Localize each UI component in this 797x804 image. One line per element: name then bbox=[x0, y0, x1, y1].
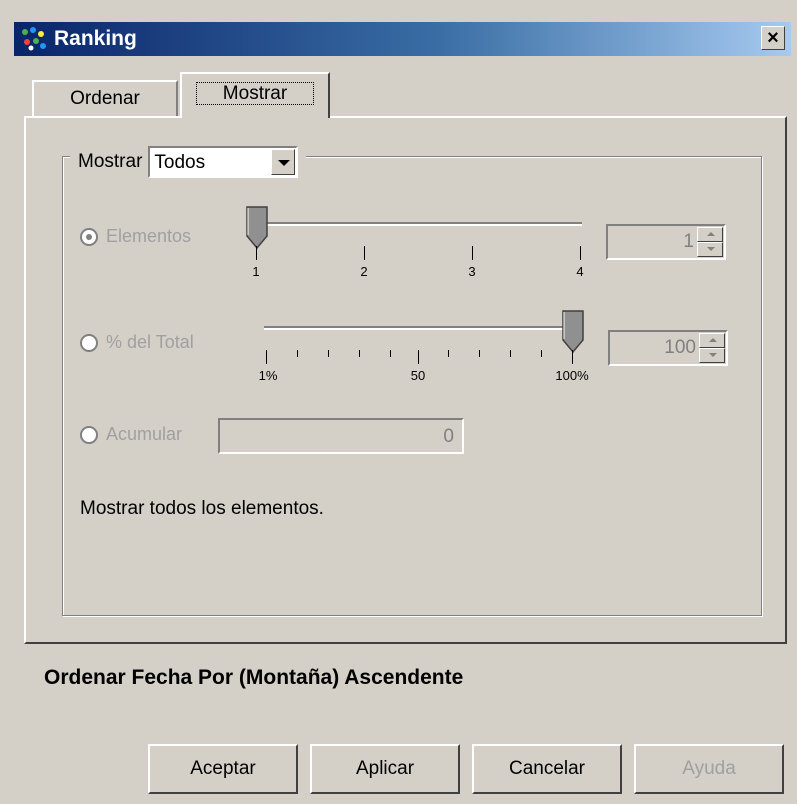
slider-tick bbox=[328, 350, 329, 357]
window-title: Ranking bbox=[54, 27, 137, 50]
tab-ordenar[interactable]: Ordenar bbox=[32, 80, 178, 116]
slider-tick-label: 1 bbox=[252, 264, 260, 279]
porcentaje-radio[interactable] bbox=[80, 333, 98, 352]
close-button[interactable]: × bbox=[761, 26, 785, 50]
elementos-slider-track bbox=[256, 222, 582, 226]
acumular-radio[interactable] bbox=[80, 425, 98, 444]
slider-tick-label: 2 bbox=[360, 264, 368, 279]
cancel-button[interactable]: Cancelar bbox=[472, 744, 622, 794]
spin-down-button[interactable] bbox=[697, 242, 723, 257]
combobox-value: Todos bbox=[154, 152, 206, 173]
help-button[interactable]: Ayuda bbox=[634, 744, 784, 794]
elementos-slider-thumb[interactable] bbox=[246, 206, 268, 250]
elementos-spinbox[interactable]: 1 bbox=[606, 224, 726, 260]
acumular-input[interactable]: 0 bbox=[218, 418, 464, 454]
slider-tick bbox=[256, 246, 257, 260]
sort-summary: Ordenar Fecha Por (Montaña) Ascendente bbox=[44, 666, 464, 689]
spin-value: 1 bbox=[683, 231, 694, 252]
slider-tick bbox=[541, 350, 542, 357]
spin-up-button[interactable] bbox=[699, 333, 725, 348]
porcentaje-spinbox[interactable]: 100 bbox=[608, 330, 728, 366]
porcentaje-label: % del Total bbox=[106, 332, 194, 352]
porcentaje-slider-track bbox=[264, 326, 574, 330]
slider-tick bbox=[390, 350, 391, 357]
elementos-option[interactable]: Elementos bbox=[80, 226, 191, 247]
app-icon bbox=[22, 27, 46, 51]
accept-button-label: Aceptar bbox=[190, 758, 256, 779]
tab-mostrar[interactable]: Mostrar bbox=[180, 72, 330, 118]
mostrar-combobox[interactable]: Todos bbox=[148, 146, 299, 178]
spin-down-button[interactable] bbox=[699, 348, 725, 363]
slider-tick bbox=[572, 350, 573, 364]
slider-tick bbox=[510, 350, 511, 357]
ranking-dialog: Ranking × Ordenar Mostrar Mostrar Todos … bbox=[0, 0, 797, 804]
apply-button-label: Aplicar bbox=[355, 758, 415, 779]
mostrar-group-header: Mostrar Todos bbox=[70, 143, 307, 181]
slider-tick bbox=[359, 350, 360, 357]
acumular-label: Acumular bbox=[106, 424, 183, 444]
slider-tick bbox=[448, 350, 449, 357]
slider-tick bbox=[297, 350, 298, 357]
spin-value: 100 bbox=[664, 337, 696, 358]
slider-tick bbox=[266, 350, 267, 364]
cancel-button-label: Cancelar bbox=[508, 758, 586, 779]
slider-tick bbox=[580, 246, 581, 260]
apply-button[interactable]: Aplicar bbox=[310, 744, 460, 794]
porcentaje-slider-thumb[interactable] bbox=[562, 310, 584, 354]
porcentaje-option[interactable]: % del Total bbox=[80, 332, 194, 353]
help-button-label: Ayuda bbox=[682, 758, 736, 779]
tab-mostrar-label: Mostrar bbox=[195, 82, 315, 105]
elementos-label: Elementos bbox=[106, 226, 192, 246]
slider-tick-label: 4 bbox=[576, 264, 584, 279]
spin-up-button[interactable] bbox=[697, 227, 723, 242]
mostrar-label: Mostrar bbox=[78, 151, 143, 172]
slider-tick bbox=[418, 350, 419, 364]
slider-tick bbox=[364, 246, 365, 260]
slider-tick-label: 50 bbox=[410, 368, 426, 383]
accept-button[interactable]: Aceptar bbox=[148, 744, 298, 794]
combobox-dropdown-button[interactable] bbox=[271, 149, 296, 175]
slider-tick bbox=[472, 246, 473, 260]
slider-tick bbox=[479, 350, 480, 357]
elementos-radio[interactable] bbox=[80, 227, 98, 246]
description-text: Mostrar todos los elementos. bbox=[80, 498, 324, 519]
slider-tick-label: 1% bbox=[258, 368, 278, 383]
title-bar[interactable]: Ranking × bbox=[14, 22, 791, 56]
spin-buttons bbox=[699, 333, 725, 363]
spin-buttons bbox=[697, 227, 723, 257]
acumular-value: 0 bbox=[443, 426, 454, 447]
slider-tick-label: 3 bbox=[468, 264, 476, 279]
slider-tick-label: 100% bbox=[555, 368, 589, 383]
acumular-option[interactable]: Acumular bbox=[80, 424, 182, 445]
